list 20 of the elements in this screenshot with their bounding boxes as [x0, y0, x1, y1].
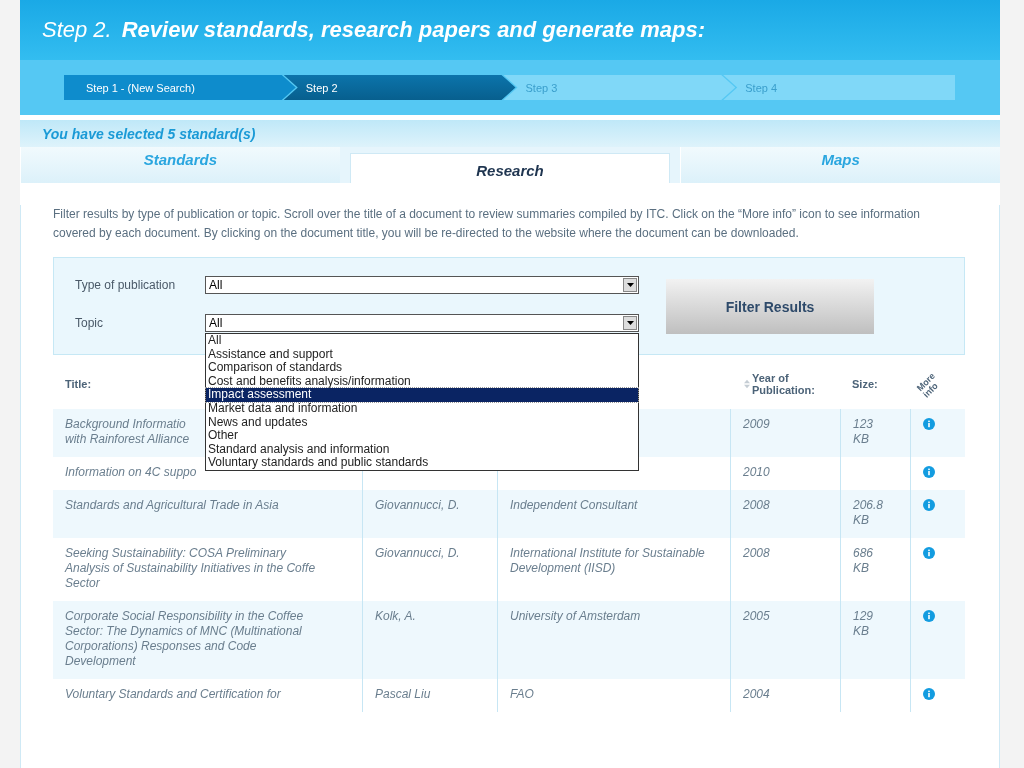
- table-cell: 129 KB: [840, 601, 910, 679]
- table-cell: 2005: [730, 601, 840, 679]
- table-cell: Pascal Liu: [362, 679, 497, 712]
- table-cell: 2004: [730, 679, 840, 712]
- intro-text: Filter results by type of publication or topic. Scroll over the title of a document to review summaries compiled by ITC. Click on the “More info” icon to see information covered by each document. By clicking on the document title, you will be re-directed to the website where the document can be downloaded.: [53, 206, 922, 242]
- table-cell: 206.8 KB: [840, 490, 910, 538]
- selection-note: You have selected 5 standard(s): [20, 120, 1000, 147]
- table-cell: FAO: [497, 679, 730, 712]
- table-cell: Independent Consultant: [497, 490, 730, 538]
- table-cell: Kolk, A.: [362, 601, 497, 679]
- table-cell: Giovannucci, D.: [362, 490, 497, 538]
- page-title: Review standards, research papers and generate maps:: [121, 17, 705, 43]
- field-label: Topic: [75, 316, 104, 330]
- table-cell: 2009: [730, 409, 840, 457]
- table-cell: 2008: [730, 490, 840, 538]
- field-label: Type of publication: [75, 278, 177, 292]
- step-label: Step 2.: [42, 17, 112, 43]
- table-cell: University of Amsterdam: [497, 601, 730, 679]
- column-header: Size:: [852, 378, 878, 390]
- table-cell: 123 KB: [840, 409, 910, 457]
